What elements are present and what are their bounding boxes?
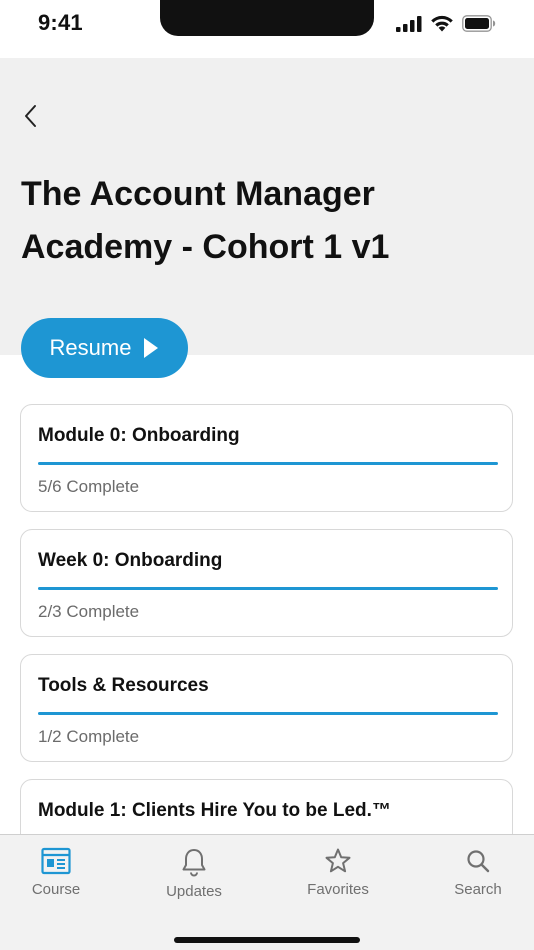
nav-item-updates[interactable]: Updates	[139, 847, 249, 900]
bell-icon	[182, 849, 206, 877]
status-bar: 9:41	[0, 0, 534, 58]
nav-label: Course	[31, 881, 81, 898]
resume-button[interactable]: Resume	[21, 318, 188, 378]
module-progress-fill	[38, 462, 498, 465]
module-title: Module 0: Onboarding	[38, 425, 240, 446]
course-title: The Account Manager Academy - Cohort 1 v…	[21, 175, 390, 266]
nav-label: Favorites	[307, 881, 369, 898]
status-time: 9:41	[38, 10, 83, 35]
chevron-left-icon	[25, 105, 36, 127]
resume-label: Resume	[49, 335, 132, 360]
nav-item-search[interactable]: Search	[423, 847, 533, 898]
module-title: Module 1: Clients Hire You to be Led.™	[38, 800, 391, 821]
module-card[interactable]: Week 0: Onboarding 2/3 Complete	[20, 529, 513, 637]
course-icon	[41, 847, 71, 875]
module-card[interactable]: Tools & Resources 1/2 Complete	[20, 654, 513, 762]
play-icon	[144, 338, 159, 358]
module-status: 2/3 Complete	[38, 602, 140, 621]
wifi-icon	[431, 15, 453, 32]
status-icons	[396, 15, 496, 32]
nav-item-course[interactable]: Course	[1, 847, 111, 898]
module-status: 1/2 Complete	[38, 727, 140, 746]
module-card[interactable]: Module 0: Onboarding 5/6 Complete	[20, 404, 513, 512]
module-title: Tools & Resources	[38, 675, 209, 696]
home-indicator	[174, 937, 360, 943]
cellular-signal-icon	[396, 15, 422, 32]
back-button[interactable]	[18, 100, 46, 132]
nav-label: Search	[454, 881, 502, 898]
module-progress-fill	[38, 587, 498, 590]
battery-icon	[462, 15, 496, 32]
nav-item-favorites[interactable]: Favorites	[283, 847, 393, 898]
module-progress-bar	[38, 587, 498, 590]
module-progress-bar	[38, 712, 498, 715]
device-notch	[160, 0, 374, 36]
module-progress-bar	[38, 462, 498, 465]
module-title: Week 0: Onboarding	[38, 550, 223, 571]
bottom-nav: Course Updates Favorites Search	[0, 834, 534, 950]
module-status: 5/6 Complete	[38, 477, 140, 496]
nav-label: Updates	[166, 883, 222, 900]
module-progress-fill	[38, 712, 498, 715]
search-icon	[467, 850, 490, 873]
star-icon	[325, 848, 351, 873]
